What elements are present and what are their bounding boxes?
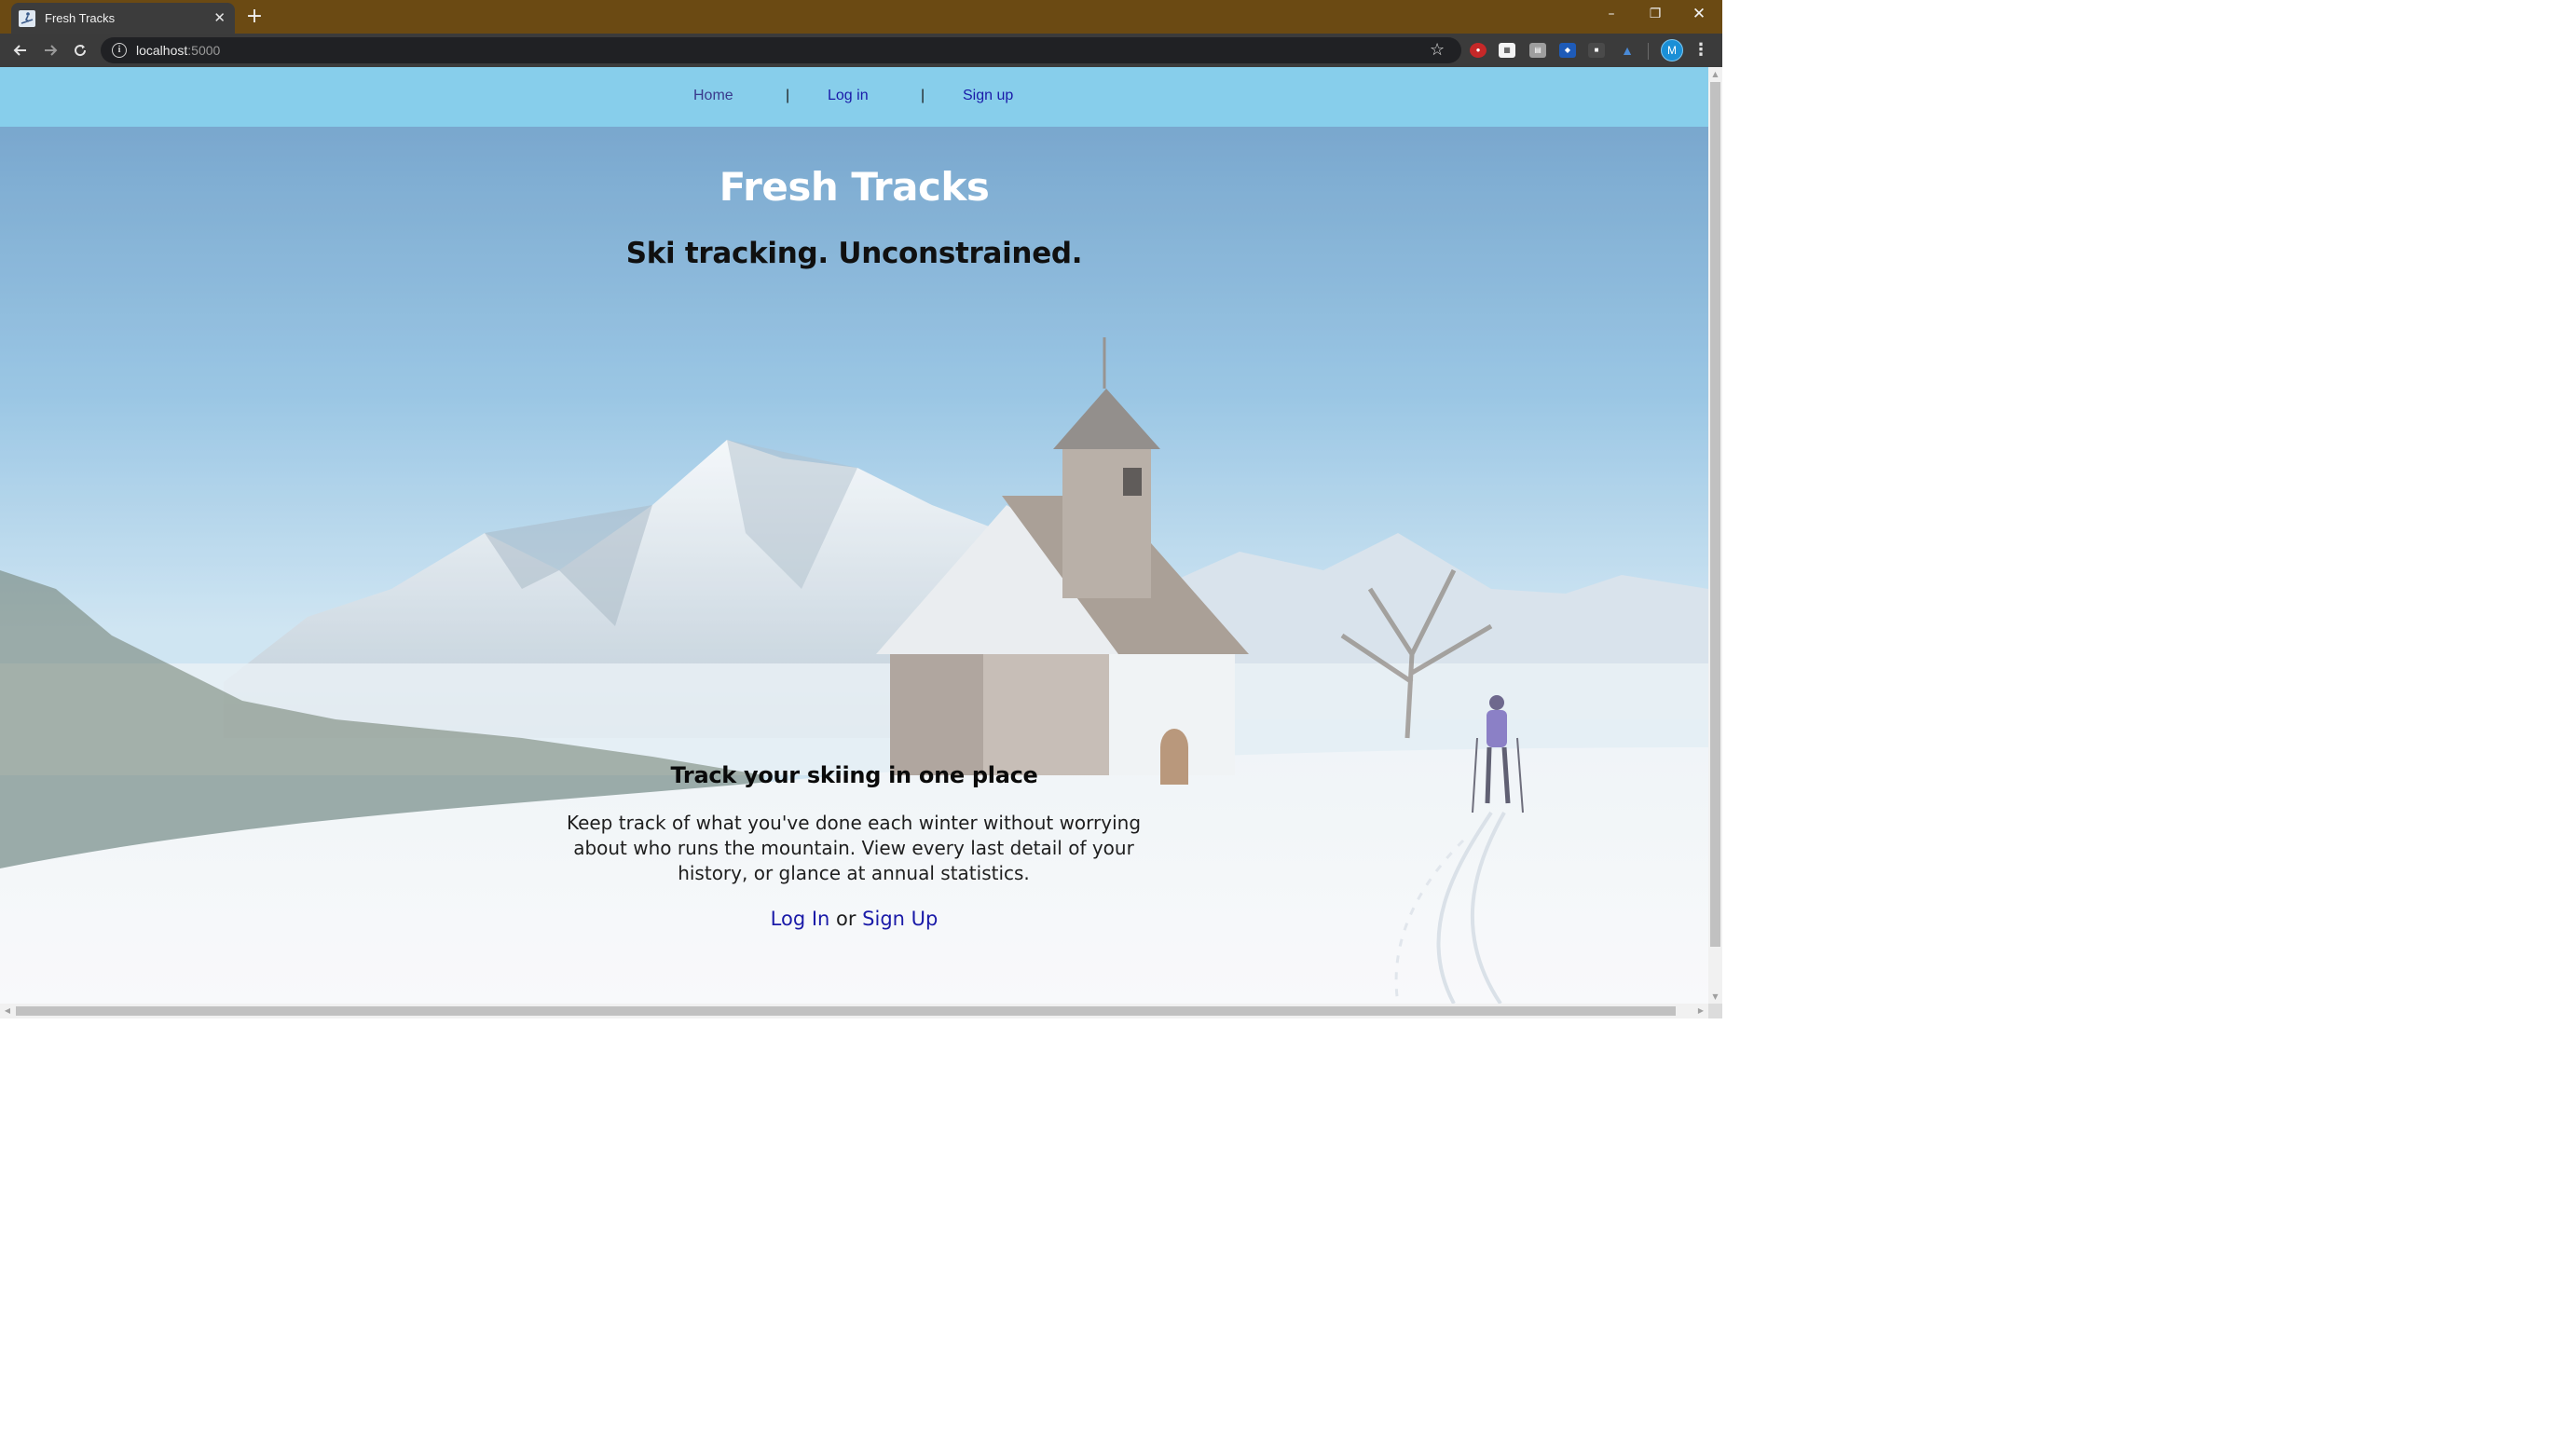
extension-light-icon[interactable]: ▦ <box>1499 43 1515 58</box>
extension-shield-icon[interactable]: ◆ <box>1559 43 1576 58</box>
vertical-scroll-thumb[interactable] <box>1710 82 1720 947</box>
skier-favicon-icon <box>19 9 35 27</box>
cta-or-text: or <box>829 908 863 930</box>
scroll-left-icon[interactable]: ◀ <box>0 1004 15 1018</box>
nav-separator: | <box>921 88 925 103</box>
tab-strip: Fresh Tracks ✕ + – ❐ ✕ <box>0 0 1722 34</box>
forward-arrow-icon[interactable] <box>37 37 63 63</box>
close-window-button[interactable]: ✕ <box>1678 0 1720 28</box>
tab-close-icon[interactable]: ✕ <box>213 11 226 25</box>
menu-icon[interactable]: ⋮ <box>1692 39 1710 62</box>
extension-red-icon[interactable]: ● <box>1470 43 1487 58</box>
vertical-scrollbar[interactable]: ▲ ▼ <box>1708 67 1722 1004</box>
address-bar[interactable]: i localhost:5000 <box>101 37 1461 63</box>
cta-signup-link[interactable]: Sign Up <box>862 908 938 930</box>
tab-fresh-tracks[interactable]: Fresh Tracks ✕ <box>11 3 235 34</box>
horizontal-scroll-thumb[interactable] <box>16 1006 1676 1016</box>
scroll-up-icon[interactable]: ▲ <box>1708 67 1722 81</box>
browser-window: Fresh Tracks ✕ + – ❐ ✕ i localhost:5000 … <box>0 0 1722 1018</box>
info-icon[interactable]: i <box>112 43 127 58</box>
star-icon[interactable]: ☆ <box>1430 41 1445 60</box>
feature-title: Track your skiing in one place <box>670 762 1038 788</box>
extension-grey-icon[interactable]: ▤ <box>1529 43 1546 58</box>
feature-description: Keep track of what you've done each wint… <box>566 812 1142 884</box>
page-viewport: Home | Log in | Sign up Fresh Tracks Ski… <box>0 67 1708 1004</box>
nav-link-signup[interactable]: Sign up <box>963 88 1013 104</box>
nav-link-home[interactable]: Home <box>693 88 733 104</box>
call-to-action: Log In or Sign Up <box>0 908 1708 930</box>
restore-button[interactable]: ❐ <box>1634 0 1677 28</box>
new-tab-button[interactable]: + <box>244 5 265 29</box>
extension-dark-icon[interactable]: ■ <box>1588 43 1605 58</box>
reload-icon[interactable] <box>67 37 93 63</box>
url-port: :5000 <box>187 43 221 58</box>
scroll-right-icon[interactable]: ▶ <box>1693 1004 1708 1018</box>
scrollbar-corner <box>1708 1004 1722 1018</box>
cta-login-link[interactable]: Log In <box>771 908 830 930</box>
url-host: localhost <box>136 43 188 58</box>
horizontal-scrollbar[interactable]: ◀ ▶ <box>0 1004 1708 1018</box>
profile-avatar[interactable]: M <box>1661 39 1683 62</box>
scroll-down-icon[interactable]: ▼ <box>1708 990 1722 1004</box>
nav-separator: | <box>786 88 790 103</box>
tab-title: Fresh Tracks <box>45 11 116 25</box>
minimize-button[interactable]: – <box>1590 0 1633 28</box>
site-navbar: Home | Log in | Sign up <box>0 67 1708 127</box>
nav-link-login[interactable]: Log in <box>828 88 869 104</box>
hero-subtitle: Ski tracking. Unconstrained. <box>625 237 1083 270</box>
hero-title: Fresh Tracks <box>719 164 990 210</box>
extension-blue-triangle-icon[interactable]: ▲ <box>1619 43 1636 58</box>
back-arrow-icon[interactable] <box>7 37 34 63</box>
browser-toolbar: i localhost:5000 ☆ ● ▦ ▤ ◆ ■ ▲ M ⋮ <box>0 34 1722 67</box>
toolbar-divider <box>1648 43 1649 60</box>
